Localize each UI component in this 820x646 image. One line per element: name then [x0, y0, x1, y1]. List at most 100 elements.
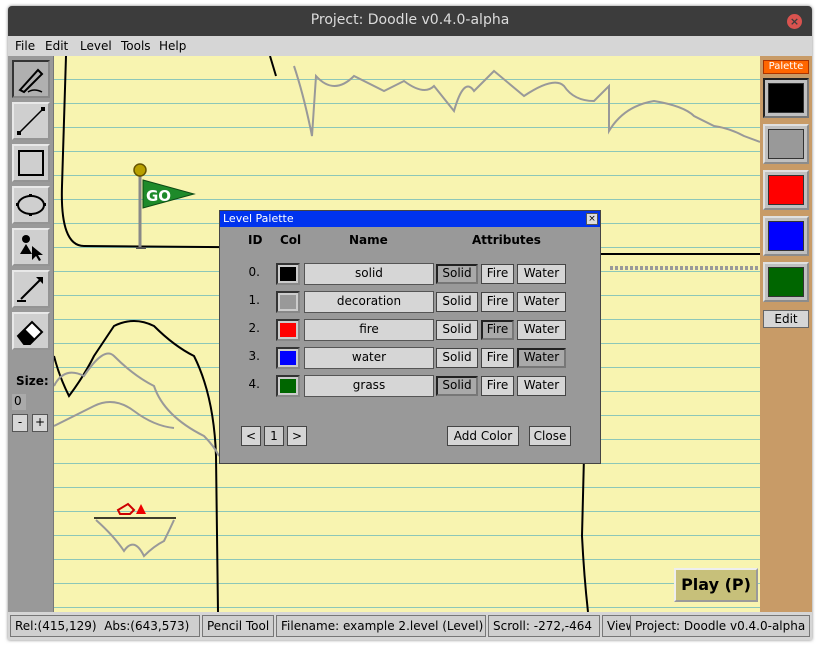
gray-decoration-line	[54, 352, 220, 457]
palette-title: Palette	[763, 60, 809, 74]
ellipse-tool-button[interactable]	[12, 186, 50, 224]
swatch-color	[280, 323, 296, 337]
link-tool-button[interactable]	[12, 270, 50, 308]
row-id: 2.	[248, 321, 260, 335]
attr-fire-toggle[interactable]: Fire	[481, 264, 514, 284]
eraser-icon	[16, 320, 44, 345]
header-attributes: Attributes	[472, 233, 541, 247]
red-fire-shape	[116, 502, 136, 515]
swatch-color	[280, 351, 296, 365]
menu-edit[interactable]: Edit	[45, 39, 68, 53]
header-col: Col	[280, 233, 302, 247]
dialog-close-icon[interactable]: ×	[586, 213, 598, 225]
palette-swatch-black[interactable]	[763, 78, 809, 118]
actor-cursor-icon	[20, 235, 43, 261]
swatch-color	[768, 129, 804, 159]
rectangle-tool-button[interactable]	[12, 144, 50, 182]
pager-next-button[interactable]: >	[287, 426, 307, 446]
row-color-swatch[interactable]	[276, 263, 300, 285]
dialog-close-button[interactable]: Close	[529, 426, 571, 446]
menu-level[interactable]: Level	[80, 39, 112, 53]
attr-solid-toggle[interactable]: Solid	[436, 320, 478, 340]
black-terrain-line	[269, 56, 277, 77]
attr-solid-toggle[interactable]: Solid	[436, 264, 478, 284]
pencil-tool-button[interactable]	[12, 60, 50, 98]
row-name-button[interactable]: fire	[304, 319, 434, 341]
status-project: Project: Doodle v0.4.0-alpha	[630, 615, 810, 637]
row-id: 1.	[248, 293, 260, 307]
title-bar: Project: Doodle v0.4.0-alpha ×	[8, 6, 812, 36]
size-label: Size:	[16, 374, 49, 388]
attr-solid-toggle[interactable]: Solid	[436, 348, 478, 368]
attr-fire-toggle[interactable]: Fire	[481, 292, 514, 312]
flag-text: GO	[146, 187, 171, 205]
pencil-icon	[18, 68, 44, 94]
status-view: View	[602, 615, 632, 637]
palette-swatch-gray[interactable]	[763, 124, 809, 164]
attr-fire-toggle[interactable]: Fire	[481, 376, 514, 396]
pager-page-number: 1	[264, 426, 284, 446]
level-palette-dialog: Level Palette × ID Col Name Attributes 0…	[219, 210, 601, 464]
palette-edit-button[interactable]: Edit	[763, 310, 809, 328]
menu-tools[interactable]: Tools	[121, 39, 151, 53]
attr-water-toggle[interactable]: Water	[517, 292, 566, 312]
row-color-swatch[interactable]	[276, 375, 300, 397]
swatch-color	[768, 175, 804, 205]
actor-tool-button[interactable]	[12, 228, 50, 266]
line-tool-button[interactable]	[12, 102, 50, 140]
go-flag-icon: GO	[133, 163, 196, 249]
ellipse-icon	[16, 194, 46, 216]
swatch-color	[768, 267, 804, 297]
status-tool: Pencil Tool	[202, 615, 274, 637]
menu-file[interactable]: File	[15, 39, 35, 53]
row-name-button[interactable]: water	[304, 347, 434, 369]
rectangle-icon	[18, 150, 44, 176]
attr-solid-toggle[interactable]: Solid	[436, 376, 478, 396]
swatch-color	[280, 267, 296, 281]
row-name-button[interactable]: grass	[304, 375, 434, 397]
row-name-button[interactable]: decoration	[304, 291, 434, 313]
row-color-swatch[interactable]	[276, 347, 300, 369]
palette-swatch-green[interactable]	[763, 262, 809, 302]
palette-swatch-blue[interactable]	[763, 216, 809, 256]
dialog-title: Level Palette	[220, 211, 600, 227]
palette-swatch-red[interactable]	[763, 170, 809, 210]
link-icon	[17, 277, 43, 302]
pager-prev-button[interactable]: <	[241, 426, 261, 446]
red-fire-shape	[136, 504, 146, 514]
gray-decoration-line	[293, 65, 760, 143]
black-terrain-line	[580, 455, 589, 612]
status-scroll: Scroll: -272,-464	[488, 615, 600, 637]
window-close-button[interactable]: ×	[787, 14, 802, 29]
attr-water-toggle[interactable]: Water	[517, 320, 566, 340]
status-filename: Filename: example 2.level (Level)	[276, 615, 486, 637]
header-id: ID	[248, 233, 263, 247]
attr-water-toggle[interactable]: Water	[517, 264, 566, 284]
swatch-color	[768, 83, 804, 113]
row-color-swatch[interactable]	[276, 291, 300, 313]
row-name-button[interactable]: solid	[304, 263, 434, 285]
attr-water-toggle[interactable]: Water	[517, 348, 566, 368]
row-id: 4.	[248, 377, 260, 391]
attr-fire-toggle[interactable]: Fire	[481, 348, 514, 368]
swatch-color	[280, 379, 296, 393]
swatch-color	[768, 221, 804, 251]
size-decrease-button[interactable]: -	[12, 414, 28, 432]
row-color-swatch[interactable]	[276, 319, 300, 341]
status-coordinates: Rel:(415,129) Abs:(643,573)	[10, 615, 200, 637]
add-color-button[interactable]: Add Color	[447, 426, 519, 446]
size-increase-button[interactable]: +	[32, 414, 48, 432]
attr-fire-toggle[interactable]: Fire	[481, 320, 514, 340]
menu-help[interactable]: Help	[159, 39, 186, 53]
tool-sidebar: Size: 0 - +	[8, 56, 54, 612]
play-button[interactable]: Play (P)	[674, 568, 758, 602]
swatch-color	[280, 295, 296, 309]
gray-decoration-line	[54, 401, 175, 429]
eraser-tool-button[interactable]	[12, 312, 50, 350]
attr-water-toggle[interactable]: Water	[517, 376, 566, 396]
attr-solid-toggle[interactable]: Solid	[436, 292, 478, 312]
status-bar: Rel:(415,129) Abs:(643,573) Pencil Tool …	[8, 612, 812, 640]
line-icon	[17, 107, 45, 135]
row-id: 0.	[248, 265, 260, 279]
status-rel: Rel:(415,129)	[15, 619, 97, 633]
